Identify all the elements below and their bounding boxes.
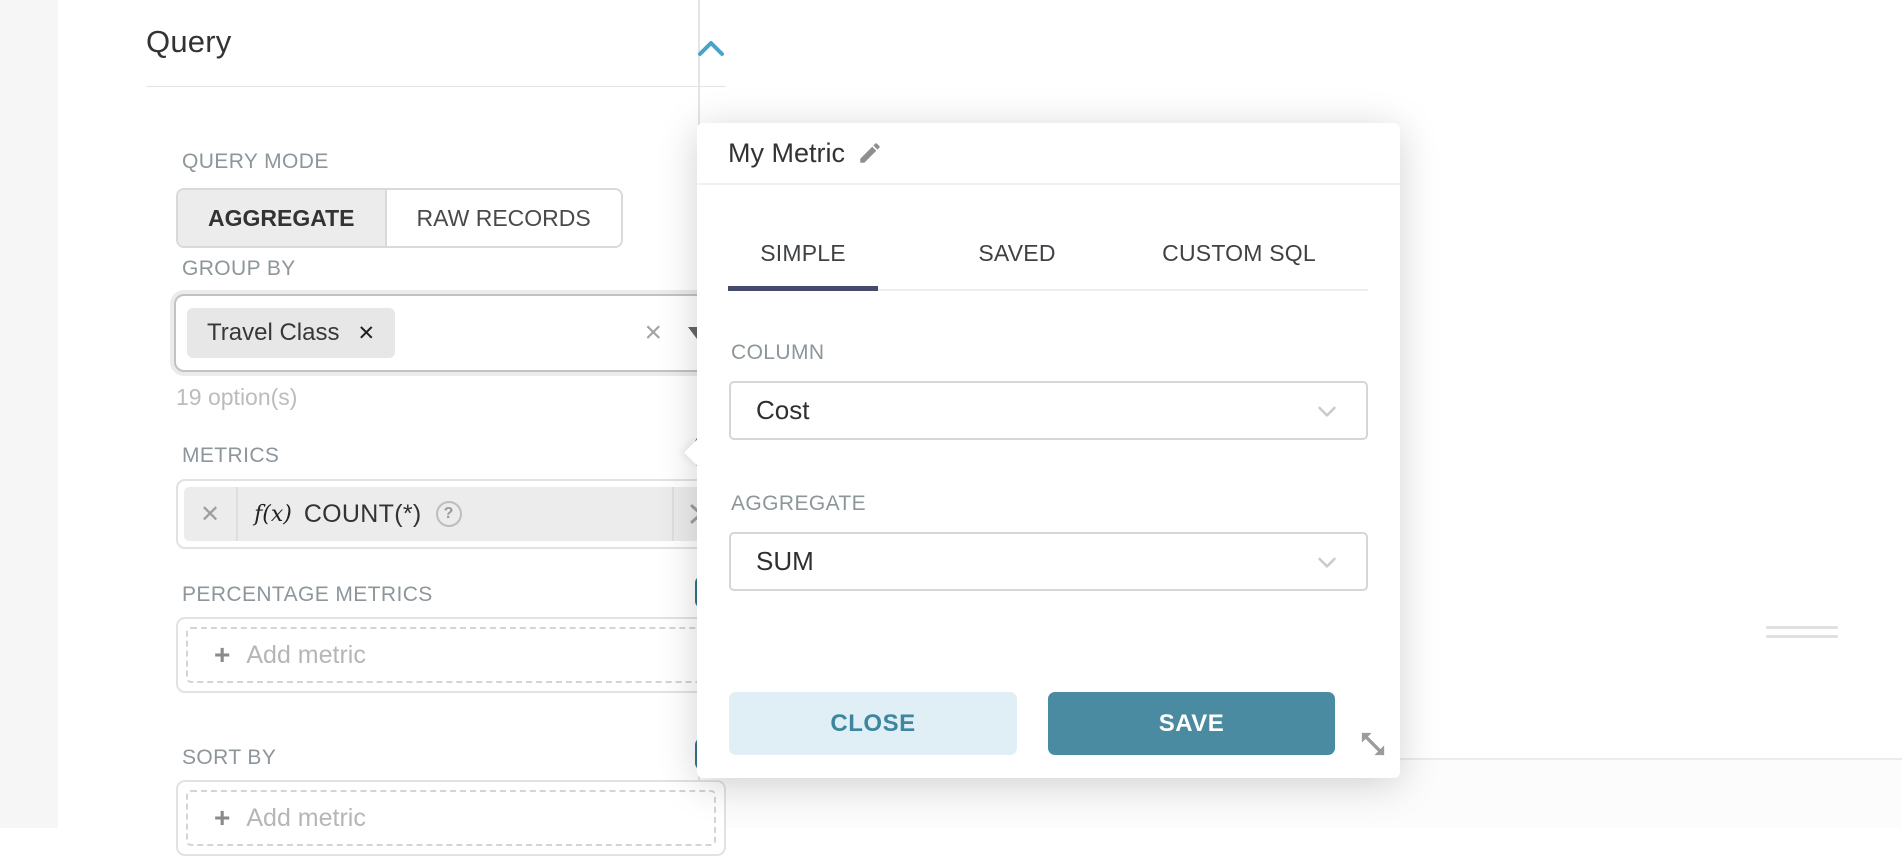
group-by-label: GROUP BY bbox=[182, 257, 296, 281]
query-mode-label: QUERY MODE bbox=[182, 150, 329, 174]
query-mode-raw-records-button[interactable]: RAW RECORDS bbox=[387, 190, 621, 246]
add-metric-placeholder: Add metric bbox=[246, 804, 365, 833]
percentage-metrics-container: + Add metric bbox=[176, 617, 726, 693]
add-sort-metric-dropzone[interactable]: + Add metric bbox=[186, 790, 716, 846]
tab-simple[interactable]: SIMPLE bbox=[728, 217, 878, 289]
chevron-down-icon bbox=[1312, 396, 1342, 426]
group-by-tag-label: Travel Class bbox=[207, 319, 339, 347]
query-mode-aggregate-button[interactable]: AGGREGATE bbox=[178, 190, 387, 246]
remove-tag-icon[interactable]: ✕ bbox=[357, 321, 375, 346]
query-mode-segmented-control: AGGREGATE RAW RECORDS bbox=[176, 188, 623, 248]
column-select[interactable]: Cost bbox=[729, 381, 1368, 440]
metrics-container: ✕ f(x) COUNT(*) ? bbox=[176, 479, 726, 549]
metric-expression: COUNT(*) bbox=[304, 500, 422, 529]
tab-saved[interactable]: SAVED bbox=[942, 217, 1092, 289]
add-percentage-metric-dropzone[interactable]: + Add metric bbox=[186, 627, 716, 683]
sort-by-container: + Add metric bbox=[176, 780, 726, 856]
collapse-section-chevron-icon[interactable] bbox=[696, 36, 726, 62]
left-gutter bbox=[0, 0, 58, 828]
metric-editor-popover: My Metric SIMPLE SAVED CUSTOM SQL COLUMN… bbox=[697, 123, 1400, 778]
panel-resize-drag-handle[interactable] bbox=[1766, 626, 1838, 642]
tab-custom-sql[interactable]: CUSTOM SQL bbox=[1156, 217, 1322, 289]
popover-header: My Metric bbox=[697, 123, 1400, 185]
function-fx-icon: f(x) bbox=[254, 502, 292, 527]
column-select-value: Cost bbox=[756, 395, 809, 426]
close-button[interactable]: CLOSE bbox=[729, 692, 1017, 755]
remove-metric-icon[interactable]: ✕ bbox=[184, 500, 236, 529]
percentage-metrics-label: PERCENTAGE METRICS bbox=[182, 583, 433, 607]
aggregate-select[interactable]: SUM bbox=[729, 532, 1368, 591]
metric-help-icon[interactable]: ? bbox=[436, 501, 462, 527]
aggregate-select-value: SUM bbox=[756, 546, 814, 577]
metric-editor-tabs: SIMPLE SAVED CUSTOM SQL bbox=[728, 217, 1368, 291]
metrics-label: METRICS bbox=[182, 444, 279, 468]
aggregate-label: AGGREGATE bbox=[731, 492, 866, 516]
metric-pill[interactable]: ✕ f(x) COUNT(*) ? bbox=[184, 487, 718, 541]
chevron-down-icon bbox=[1312, 547, 1342, 577]
group-by-select[interactable]: Travel Class ✕ × bbox=[174, 294, 726, 372]
popover-resize-icon[interactable] bbox=[1356, 727, 1390, 761]
popover-title: My Metric bbox=[728, 138, 845, 169]
add-metric-placeholder: Add metric bbox=[246, 641, 365, 670]
options-count-text: 19 option(s) bbox=[176, 384, 297, 411]
plus-icon: + bbox=[214, 641, 230, 669]
column-label: COLUMN bbox=[731, 341, 824, 365]
clear-select-icon[interactable]: × bbox=[644, 318, 662, 348]
group-by-tag[interactable]: Travel Class ✕ bbox=[187, 308, 395, 358]
sort-by-label: SORT BY bbox=[182, 746, 276, 770]
pill-divider bbox=[236, 487, 238, 541]
section-divider bbox=[146, 86, 726, 87]
query-control-panel: Query QUERY MODE AGGREGATE RAW RECORDS G… bbox=[58, 0, 698, 828]
edit-title-pencil-icon[interactable] bbox=[857, 140, 883, 166]
save-button[interactable]: SAVE bbox=[1048, 692, 1335, 755]
query-section-title: Query bbox=[146, 24, 231, 60]
